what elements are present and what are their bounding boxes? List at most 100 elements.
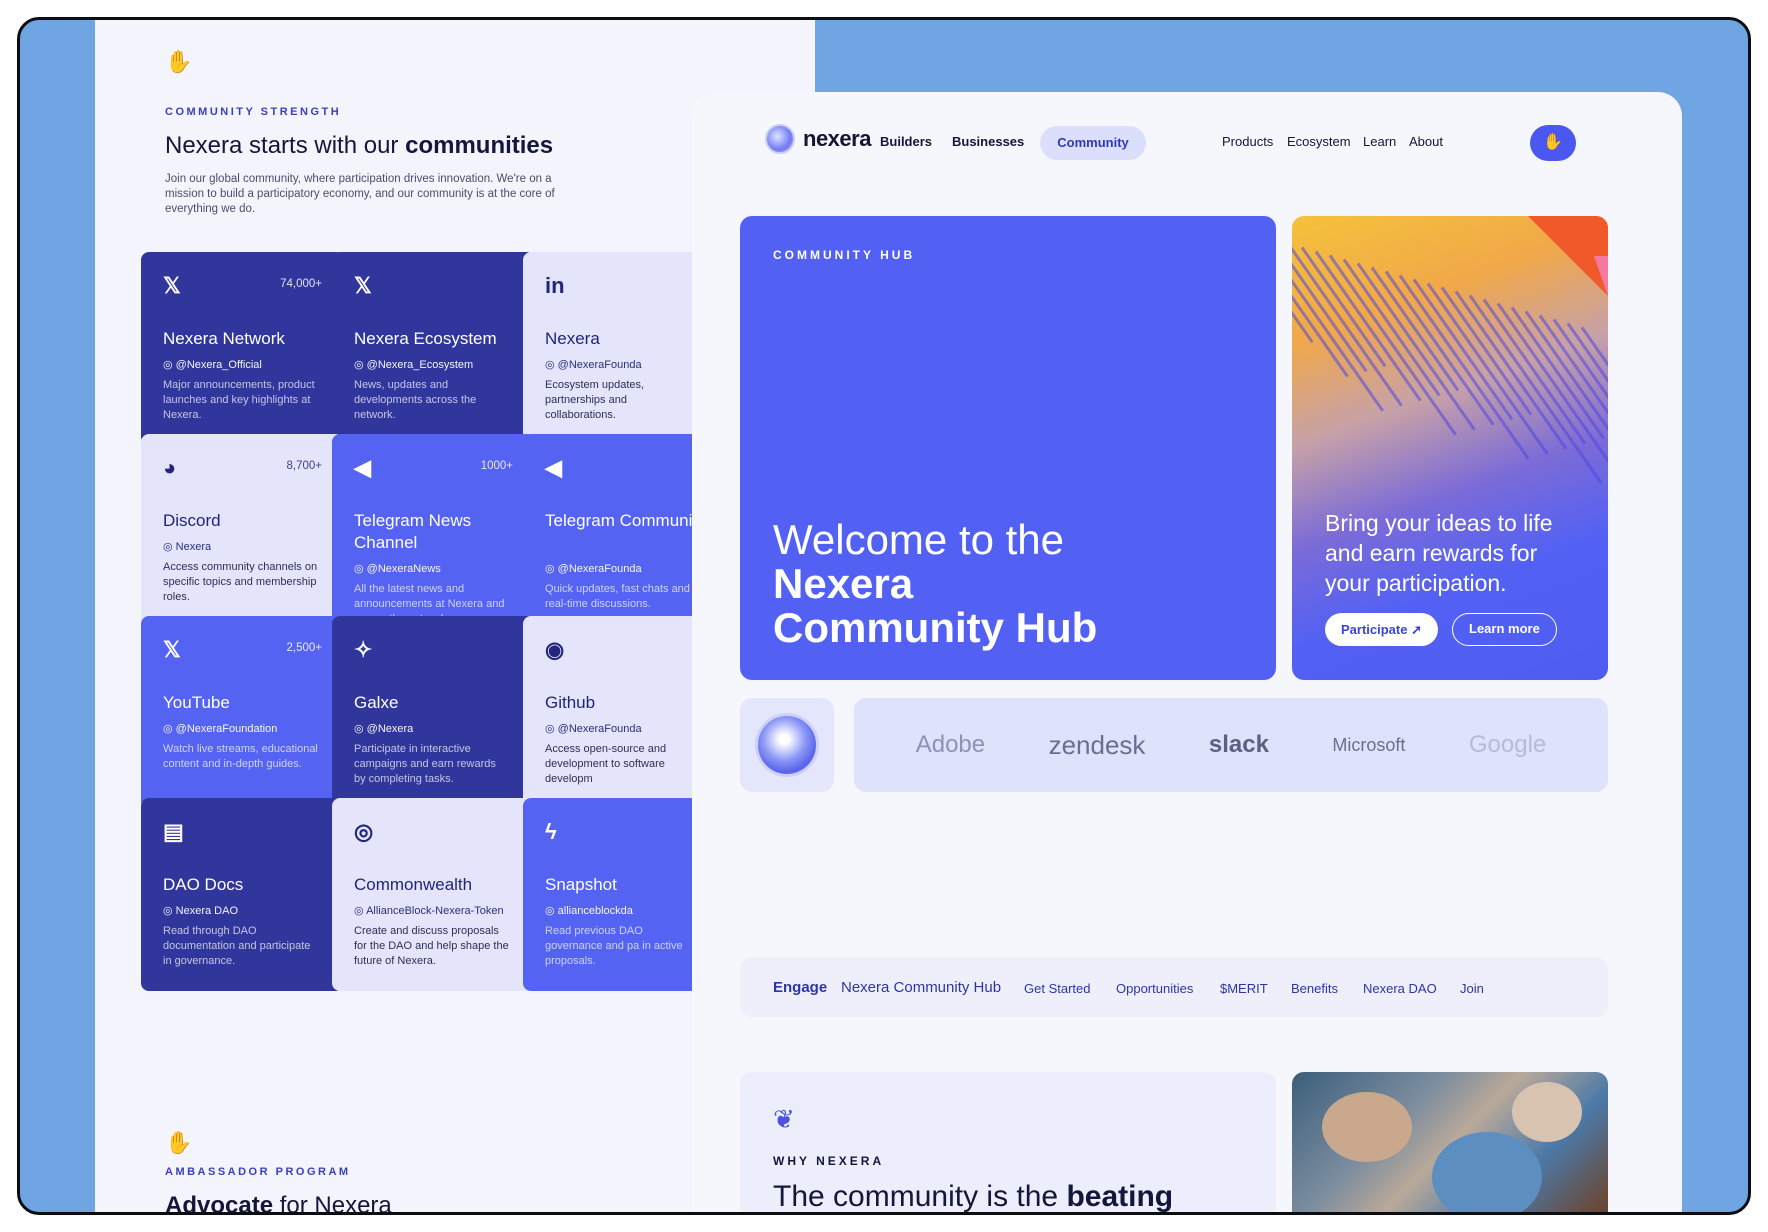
community-strength-eyebrow: COMMUNITY STRENGTH	[165, 106, 342, 118]
card-handle: ◎ @NexeraFounda	[545, 359, 642, 371]
community-hub-hero: COMMUNITY HUB Welcome to the Nexera Comm…	[740, 216, 1276, 680]
card-title: Telegram News Channel	[354, 511, 472, 552]
subnav-benefits[interactable]: Benefits	[1291, 981, 1338, 996]
member-count: 1000+	[480, 460, 513, 472]
subnav-get-started[interactable]: Get Started	[1024, 981, 1090, 996]
why-eyebrow: WHY NEXERA	[773, 1154, 885, 1168]
waving-hand-icon: ✋	[1543, 134, 1563, 151]
community-card[interactable]: ◕ 8,700+ Discord ◎ Nexera Access community c…	[141, 434, 344, 627]
community-card[interactable]: ▤ DAO Docs ◎ Nexera DAO Read through DAO do…	[141, 798, 344, 991]
telegram-icon: ◀	[545, 455, 562, 480]
hub-title: Welcome to the Nexera Community Hub	[773, 516, 1098, 651]
nav-community[interactable]: Community	[1040, 126, 1146, 160]
photo-shape	[1322, 1092, 1412, 1162]
card-handle: ◎ @Nexera_Ecosystem	[354, 359, 474, 371]
subnav-merit[interactable]: $MERIT	[1220, 981, 1268, 996]
ambassador-eyebrow: AMBASSADOR PROGRAM	[165, 1166, 351, 1178]
microsoft-logo: Microsoft	[1332, 734, 1406, 755]
nav-learn[interactable]: Learn	[1363, 134, 1396, 149]
decorative-triangle	[1594, 256, 1608, 296]
nexera-logo[interactable]: nexera	[765, 124, 871, 154]
ambassador-title: Advocate for Nexera	[165, 1192, 392, 1215]
card-description: Major announcements, product launches an…	[163, 379, 315, 421]
card-title: Galxe	[354, 693, 399, 712]
google-logo: Google	[1468, 731, 1547, 758]
member-count: 74,000+	[280, 278, 322, 290]
card-description: Watch live streams, educational content …	[163, 743, 318, 770]
logo-text: nexera	[803, 126, 871, 151]
community-photo	[1292, 1072, 1608, 1212]
community-card[interactable]: 𝕏 2,500+ YouTube ◎ @NexeraFoundation Watch l…	[141, 616, 344, 809]
decorative-stripe	[1356, 262, 1476, 431]
slack-logo: slack	[1208, 731, 1269, 758]
participate-button[interactable]: Participate ➚	[1325, 613, 1439, 646]
card-description: Quick updates, fast chats and real-time …	[545, 583, 690, 610]
card-description: Read through DAO documentation and parti…	[163, 925, 311, 967]
card-description: Ecosystem updates, partnerships and coll…	[545, 379, 645, 421]
leaf-icon: ❦	[773, 1104, 795, 1134]
subnav-join[interactable]: Join	[1460, 981, 1484, 996]
linkedin-icon: in	[545, 273, 565, 298]
nexera-badge-box	[740, 698, 834, 792]
top-nav: nexera Builders Businesses Community Pro…	[692, 92, 1682, 187]
card-title: Commonwealth	[354, 875, 473, 894]
card-handle: ◎ @Nexera_Official	[163, 359, 262, 371]
participate-promo-card: Bring your ideas to life and earn reward…	[1292, 216, 1608, 680]
card-handle: ◎ @NexeraNews	[354, 563, 441, 575]
x-icon: 𝕏	[163, 637, 181, 662]
card-handle: ◎ @Nexera	[354, 723, 414, 735]
member-count: 2,500+	[286, 642, 323, 654]
nexera-badge-icon	[755, 713, 819, 777]
card-description: News, updates and developments across th…	[354, 379, 477, 421]
promo-text: Bring your ideas to life and earn reward…	[1325, 510, 1553, 596]
card-description: Participate in interactive campaigns and…	[354, 743, 496, 785]
subnav-hub-title: Nexera Community Hub	[841, 979, 1002, 996]
subnav-engage: Engage	[773, 979, 828, 996]
community-card[interactable]: ◀ 1000+ Telegram News Channel ◎ @NexeraNews…	[332, 434, 535, 627]
community-strength-description: Join our global community, where partici…	[165, 173, 555, 215]
learn-more-button[interactable]: Learn more	[1452, 613, 1557, 646]
card-description: Read previous DAO governance and pa in a…	[545, 925, 683, 967]
adobe-logo: Adobe	[915, 731, 986, 758]
card-title: Github	[545, 693, 596, 712]
partner-logos: Adobe zendesk slack Microsoft Google	[854, 698, 1608, 792]
community-hub-page: nexera Builders Businesses Community Pro…	[692, 92, 1682, 1213]
nav-builders[interactable]: Builders	[880, 134, 932, 149]
card-description: Access community channels on specific to…	[163, 561, 318, 603]
nav-products[interactable]: Products	[1222, 134, 1273, 149]
hub-eyebrow: COMMUNITY HUB	[773, 248, 916, 262]
lightning-icon: ϟ	[545, 819, 557, 844]
community-card[interactable]: 𝕏 Nexera Ecosystem ◎ @Nexera_Ecosystem News…	[332, 252, 535, 445]
decorative-stripe	[1292, 234, 1384, 412]
subnav-opportunities[interactable]: Opportunities	[1116, 981, 1193, 996]
card-handle: ◎ @NexeraFounda	[545, 563, 642, 575]
community-strength-title: Nexera starts with our communities	[165, 132, 554, 159]
galxe-icon: ✧	[354, 637, 373, 662]
card-title: Nexera Ecosystem	[354, 329, 497, 348]
card-description: Access open-source and development to so…	[545, 743, 667, 785]
card-handle: ◎ @NexeraFounda	[545, 723, 642, 735]
telegram-icon: ◀	[354, 455, 371, 480]
card-title: Snapshot	[545, 875, 617, 894]
zendesk-logo: zendesk	[1048, 729, 1146, 760]
card-handle: ◎ Nexera DAO	[163, 905, 239, 917]
wave-action-button[interactable]: ✋	[1530, 125, 1576, 161]
card-handle: ◎ Nexera	[163, 541, 212, 553]
card-title: DAO Docs	[163, 875, 244, 894]
community-card[interactable]: ✧ Galxe ◎ @Nexera Participate in interactiv…	[332, 616, 535, 809]
decorative-stripe	[1314, 250, 1422, 402]
arrow-circle-icon: ➚	[1411, 622, 1423, 637]
card-title: Telegram Community	[545, 511, 706, 530]
community-card[interactable]: 𝕏 74,000+ Nexera Network ◎ @Nexera_Official…	[141, 252, 344, 445]
community-card[interactable]: ◎ Commonwealth ◎ AllianceBlock-Nexera-Toke…	[332, 798, 535, 991]
waving-hand-icon: ✋	[165, 49, 193, 74]
card-description: Create and discuss proposals for the DAO…	[354, 925, 509, 967]
nav-businesses[interactable]: Businesses	[952, 134, 1024, 149]
why-title: The community is the beating	[773, 1180, 1174, 1213]
subnav-nexera-dao[interactable]: Nexera DAO	[1363, 981, 1437, 996]
nav-ecosystem[interactable]: Ecosystem	[1287, 134, 1351, 149]
x-icon: 𝕏	[354, 273, 372, 298]
nav-about[interactable]: About	[1409, 134, 1443, 149]
card-handle: ◎ allianceblockda	[545, 905, 633, 917]
community-cards-grid: 𝕏 74,000+ Nexera Network ◎ @Nexera_Official…	[141, 252, 781, 1052]
